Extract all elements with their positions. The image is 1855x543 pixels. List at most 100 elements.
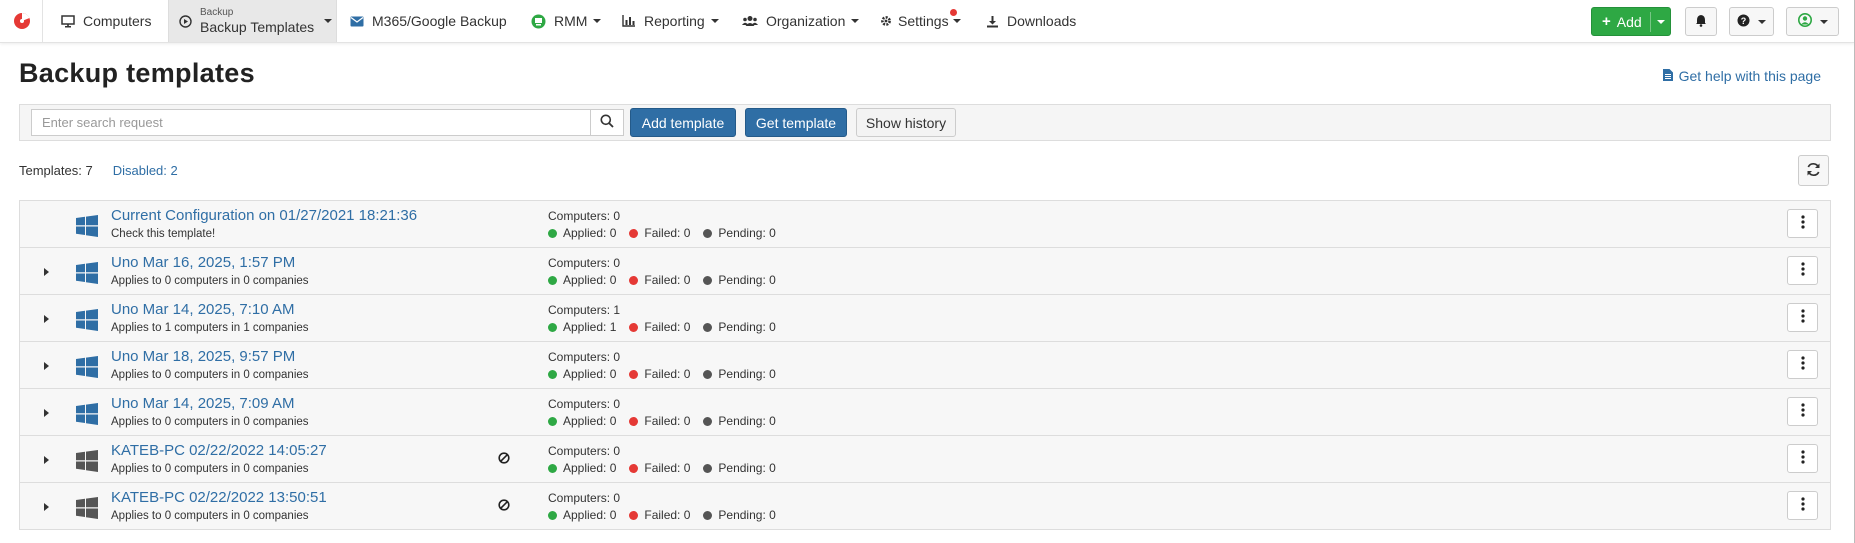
user-menu-button[interactable] xyxy=(1786,7,1839,36)
status-summary: Applied: 0 Failed: 0 Pending: 0 xyxy=(548,226,789,240)
nav-settings-label: Settings xyxy=(898,13,949,29)
failed-status-dot xyxy=(629,228,639,238)
expand-arrow-icon[interactable] xyxy=(44,268,49,276)
nav-backup-templates-label: Backup Templates xyxy=(200,18,315,35)
notifications-button[interactable] xyxy=(1685,7,1717,36)
applied-status-dot xyxy=(548,463,557,473)
template-name-link[interactable]: Uno Mar 18, 2025, 9:57 PM xyxy=(111,348,295,365)
nav-settings[interactable]: Settings xyxy=(880,0,961,42)
expand-arrow-icon[interactable] xyxy=(44,503,49,511)
status-summary: Applied: 0 Failed: 0 Pending: 0 xyxy=(548,367,789,381)
expand-arrow-icon[interactable] xyxy=(44,362,49,370)
applied-count: Applied: 0 xyxy=(563,414,617,428)
template-name-link[interactable]: Current Configuration on 01/27/2021 18:2… xyxy=(111,207,417,224)
windows-icon xyxy=(76,356,98,381)
nav-reporting[interactable]: Reporting xyxy=(622,0,719,42)
template-name-link[interactable]: KATEB-PC 02/22/2022 14:05:27 xyxy=(111,442,327,459)
chevron-down-icon xyxy=(1657,20,1665,24)
applied-status-dot xyxy=(548,228,557,238)
row-actions-button[interactable] xyxy=(1787,350,1818,379)
row-actions-button[interactable] xyxy=(1787,444,1818,473)
chevron-down-icon xyxy=(952,19,961,23)
applied-status-dot xyxy=(548,275,557,285)
template-name-link[interactable]: Uno Mar 16, 2025, 1:57 PM xyxy=(111,254,295,271)
chevron-down-icon xyxy=(1819,19,1828,24)
settings-notification-badge xyxy=(950,9,957,16)
search-input[interactable] xyxy=(31,109,590,136)
rmm-icon xyxy=(531,14,546,29)
applied-count: Applied: 0 xyxy=(563,508,617,522)
row-actions-button[interactable] xyxy=(1787,397,1818,426)
get-template-button[interactable]: Get template xyxy=(745,108,847,137)
status-summary: Applied: 0 Failed: 0 Pending: 0 xyxy=(548,414,789,428)
applied-status-dot xyxy=(548,510,557,520)
nav-downloads-label: Downloads xyxy=(1007,13,1077,29)
disabled-count-link[interactable]: Disabled: 2 xyxy=(113,163,178,178)
row-actions-button[interactable] xyxy=(1787,303,1818,332)
search-button[interactable] xyxy=(590,109,624,136)
nav-downloads[interactable]: Downloads xyxy=(986,0,1076,42)
template-row[interactable]: KATEB-PC 02/22/2022 14:05:27 Applies to … xyxy=(19,436,1831,483)
show-history-button[interactable]: Show history xyxy=(856,108,956,137)
pending-status-dot xyxy=(703,228,713,238)
windows-icon xyxy=(76,450,98,475)
kebab-menu-icon xyxy=(1800,262,1805,279)
nav-organization[interactable]: Organization xyxy=(742,0,860,42)
row-actions-button[interactable] xyxy=(1787,256,1818,285)
add-template-button[interactable]: Add template xyxy=(630,108,736,137)
nav-m365-google-backup[interactable]: M365/Google Backup xyxy=(350,0,507,42)
template-name-link[interactable]: KATEB-PC 02/22/2022 13:50:51 xyxy=(111,489,327,506)
nav-computers[interactable]: Computers xyxy=(61,0,151,42)
template-row[interactable]: Current Configuration on 01/27/2021 18:2… xyxy=(19,201,1831,248)
computers-count: Computers: 0 xyxy=(548,209,621,223)
status-summary: Applied: 1 Failed: 0 Pending: 0 xyxy=(548,320,789,334)
template-name-link[interactable]: Uno Mar 14, 2025, 7:09 AM xyxy=(111,395,294,412)
template-row[interactable]: Uno Mar 14, 2025, 7:10 AM Applies to 1 c… xyxy=(19,295,1831,342)
bell-icon xyxy=(1695,14,1707,30)
template-toolbar: Add template Get template Show history xyxy=(19,104,1831,141)
refresh-icon xyxy=(1806,162,1821,180)
template-row[interactable]: Uno Mar 14, 2025, 7:09 AM Applies to 0 c… xyxy=(19,389,1831,436)
help-link-label: Get help with this page xyxy=(1678,68,1821,84)
template-row[interactable]: Uno Mar 18, 2025, 9:57 PM Applies to 0 c… xyxy=(19,342,1831,389)
template-counts: Templates: 7 Disabled: 2 xyxy=(19,163,178,178)
expand-arrow-icon[interactable] xyxy=(44,456,49,464)
template-row[interactable]: KATEB-PC 02/22/2022 13:50:51 Applies to … xyxy=(19,483,1831,530)
expand-arrow-icon[interactable] xyxy=(44,315,49,323)
failed-count: Failed: 0 xyxy=(644,320,691,334)
nav-backup-section-label: Backup xyxy=(200,7,234,19)
pending-count: Pending: 0 xyxy=(718,414,776,428)
user-circle-icon xyxy=(1797,13,1812,30)
nav-rmm[interactable]: RMM xyxy=(531,0,602,42)
kebab-menu-icon xyxy=(1800,215,1805,232)
app-logo-icon[interactable] xyxy=(12,11,32,31)
pending-count: Pending: 0 xyxy=(718,461,776,475)
kebab-menu-icon xyxy=(1800,403,1805,420)
computers-count: Computers: 0 xyxy=(548,444,621,458)
play-circle-icon xyxy=(179,14,192,28)
search-icon xyxy=(600,114,614,131)
help-menu-button[interactable]: ? xyxy=(1729,7,1774,36)
help-link[interactable]: Get help with this page xyxy=(1662,68,1821,84)
failed-count: Failed: 0 xyxy=(644,414,691,428)
nav-organization-label: Organization xyxy=(766,13,846,29)
top-navigation: Computers Backup Backup Templates M365/G… xyxy=(0,0,1855,43)
templates-count: Templates: 7 xyxy=(19,163,93,178)
template-name-link[interactable]: Uno Mar 14, 2025, 7:10 AM xyxy=(111,301,294,318)
row-actions-button[interactable] xyxy=(1787,491,1818,520)
failed-status-dot xyxy=(629,510,639,520)
expand-arrow-icon[interactable] xyxy=(44,409,49,417)
failed-count: Failed: 0 xyxy=(644,367,691,381)
add-button[interactable]: + Add xyxy=(1591,7,1671,36)
kebab-menu-icon xyxy=(1800,309,1805,326)
chevron-down-icon xyxy=(710,19,719,23)
svg-text:?: ? xyxy=(1741,16,1747,26)
template-row[interactable]: Uno Mar 16, 2025, 1:57 PM Applies to 0 c… xyxy=(19,248,1831,295)
refresh-button[interactable] xyxy=(1798,155,1829,186)
applied-count: Applied: 0 xyxy=(563,367,617,381)
row-actions-button[interactable] xyxy=(1787,209,1818,238)
applied-count: Applied: 0 xyxy=(563,226,617,240)
bar-chart-icon xyxy=(622,15,636,27)
template-subtitle: Applies to 0 computers in 0 companies xyxy=(111,510,309,522)
nav-backup-templates[interactable]: Backup Backup Templates xyxy=(168,0,337,42)
